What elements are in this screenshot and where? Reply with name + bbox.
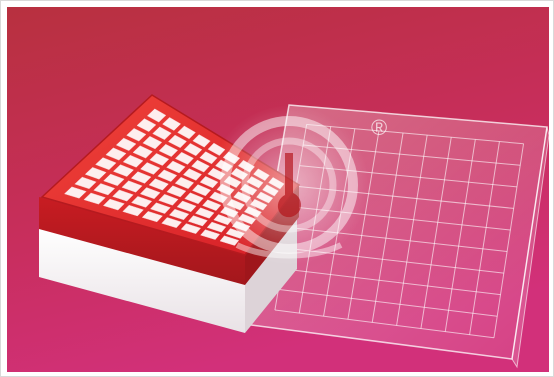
product-scene-svg: ® [7, 7, 549, 372]
product-photo: ® [7, 7, 549, 372]
registered-mark: ® [371, 115, 387, 140]
image-frame: ® [0, 0, 554, 377]
